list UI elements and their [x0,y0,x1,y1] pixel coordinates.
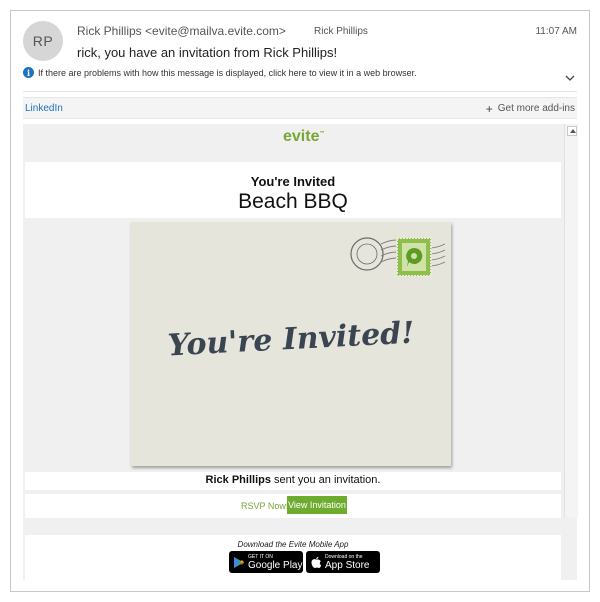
invited-heading: You're Invited [250,174,336,189]
scroll-up-arrow-icon[interactable] [567,126,577,136]
info-icon: i [23,67,34,78]
sender-name: Rick Phillips [205,474,271,486]
linkedin-addin-link[interactable]: LinkedIn [25,103,63,114]
sender-address[interactable]: Rick Phillips <evite@mailva.evite.com> [77,24,286,38]
rsvp-link[interactable]: RSVP Now! [241,501,288,511]
sent-suffix: sent you an invitation. [270,474,381,486]
email-subject: rick, you have an invitation from Rick P… [77,45,338,60]
invitation-envelope-image[interactable]: You're Invited! [131,222,451,466]
display-notice-text[interactable]: If there are problems with how this mess… [38,68,417,78]
event-title: Beach BBQ [238,190,348,213]
app-store-badge-big-text: App Store [325,559,370,571]
view-invitation-button[interactable]: View Invitation [287,496,347,514]
recipient[interactable]: Rick Phillips [314,26,368,37]
plus-icon: + [485,101,493,116]
addin-bar: LinkedIn + Get more add-ins [23,97,577,119]
sender-message: Rick Phillips sent you an invitation. [25,472,561,490]
google-play-icon [234,556,244,568]
get-more-addins-label: Get more add-ins [497,103,575,114]
app-download-heading: Download the Evite Mobile App [237,540,349,549]
mobile-app-section: Download the Evite Mobile App GET IT ON … [25,535,561,580]
message-scrollbar[interactable] [564,124,578,517]
avatar[interactable]: RP [23,21,63,61]
evite-logo[interactable]: evite™ [283,128,324,146]
app-store-badge[interactable]: Download on the App Store [306,551,380,573]
evite-logo-text: evite [283,128,320,145]
get-more-addins-button[interactable]: + Get more add-ins [485,101,575,116]
app-store-badge-small-text: Download on the [325,553,363,560]
apple-icon [311,556,321,568]
received-time: 11:07 AM [535,26,577,37]
invitation-header: You're Invited Beach BBQ [25,162,561,218]
google-play-badge[interactable]: GET IT ON Google Play [229,551,303,573]
rsvp-row: RSVP Now! View Invitation [25,494,561,518]
message-body: evite™ You're Invited Beach BBQ You're I… [23,124,577,580]
chevron-down-icon[interactable] [565,73,575,83]
display-notice[interactable]: i If there are problems with how this me… [23,67,417,78]
email-window: RP Rick Phillips <evite@mailva.evite.com… [10,10,590,592]
google-badge-big-text: Google Play [248,559,303,571]
header-divider [23,91,577,92]
